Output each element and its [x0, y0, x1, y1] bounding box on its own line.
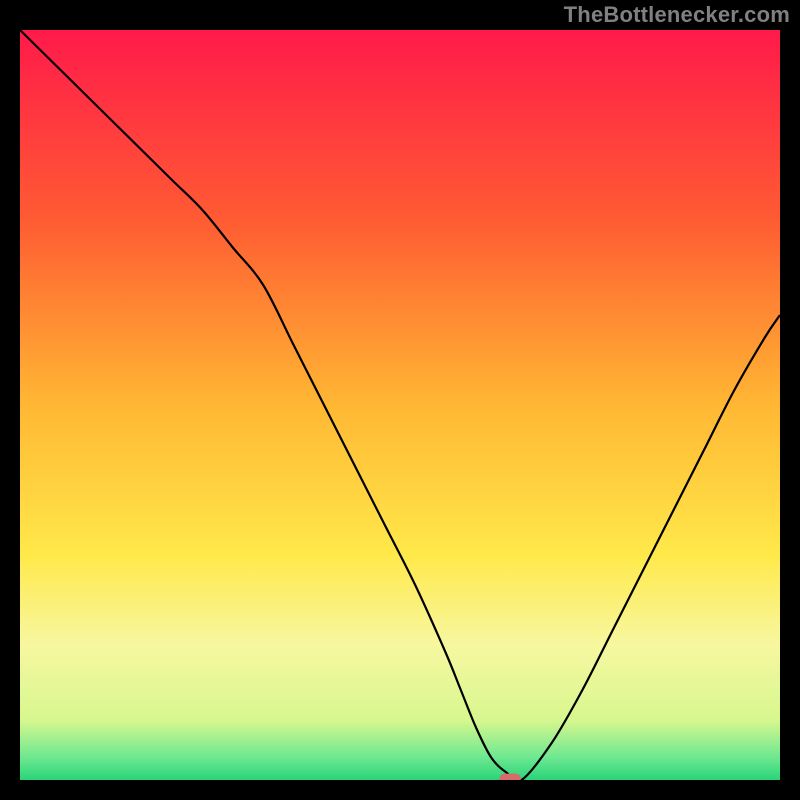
- bottleneck-chart: [20, 30, 780, 780]
- chart-frame: TheBottlenecker.com: [0, 0, 800, 800]
- attribution-label: TheBottlenecker.com: [564, 2, 790, 28]
- optimal-marker: [500, 774, 521, 780]
